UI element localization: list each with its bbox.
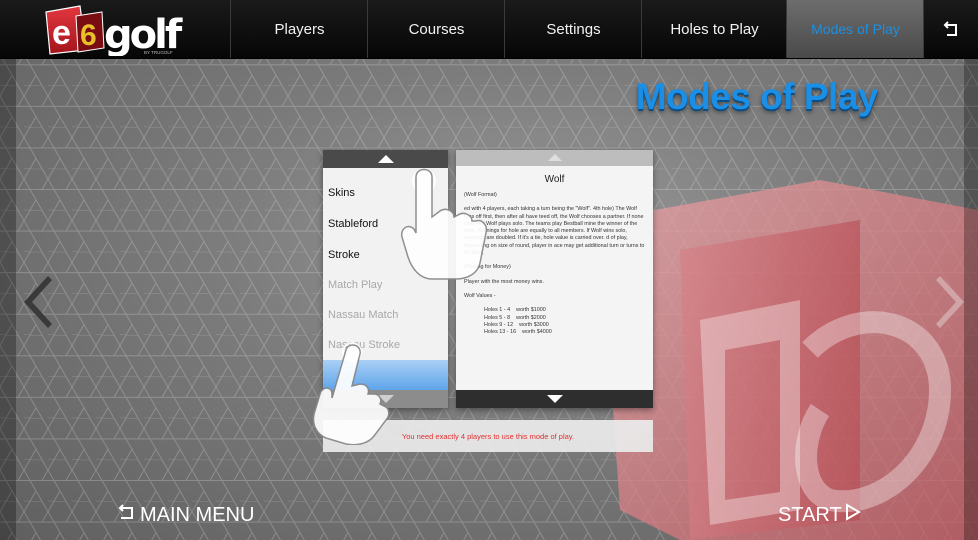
- tab-label: Holes to Play: [670, 20, 759, 38]
- tab-settings[interactable]: Settings: [504, 0, 642, 58]
- warning-message: You need exactly 4 players to use this m…: [323, 420, 653, 452]
- wolf-value-row: Holes 1 - 4 worth $1000: [484, 307, 546, 314]
- down-arrow-icon: [377, 395, 394, 403]
- tab-modes-of-play[interactable]: Modes of Play: [786, 0, 924, 58]
- mode-item-nassau-stroke[interactable]: Nassau Stroke: [323, 330, 448, 360]
- svg-text:6: 6: [80, 19, 97, 52]
- tab-label: Players: [274, 20, 325, 38]
- wolf-value-row: Holes 13 - 16 worth $4000: [484, 329, 552, 336]
- rules-text: ed with 4 players, each taking a turn be…: [464, 206, 645, 257]
- wolf-value-row: Holes 5 - 8 worth $2000: [484, 314, 546, 321]
- scroll-down-button[interactable]: [323, 390, 448, 408]
- top-nav-bar: e 6 golf BY TRUGOLF Players Courses Sett…: [0, 0, 978, 59]
- money-text: Player with the most money wins.: [464, 278, 544, 285]
- page-title: Modes of Play: [635, 76, 879, 117]
- start-button[interactable]: START: [778, 503, 861, 527]
- format-label: (Wolf Format): [464, 192, 497, 198]
- return-arrow-icon: [118, 503, 136, 527]
- mode-description-panel: Wolf (Wolf Format) ed with 4 players, ea…: [456, 150, 653, 408]
- mode-item-nassau-match[interactable]: Nassau Match: [323, 300, 448, 330]
- description-title: Wolf: [544, 174, 565, 185]
- description-scroll-up-button[interactable]: [456, 150, 653, 166]
- modes-list[interactable]: Skins Stableford Stroke Match Play Nassa…: [323, 150, 448, 408]
- e6golf-logo: e 6 golf BY TRUGOLF: [45, 5, 186, 56]
- mode-item-stroke[interactable]: Stroke: [323, 240, 448, 270]
- main-menu-button[interactable]: MAIN MENU: [118, 503, 254, 527]
- description-text: (Wolf Format) ed with 4 players, each ta…: [464, 192, 647, 336]
- mode-item-stableford[interactable]: Stableford: [323, 209, 448, 239]
- tab-holes-to-play[interactable]: Holes to Play: [641, 0, 787, 58]
- description-scroll-down-button[interactable]: [456, 390, 653, 408]
- values-heading: Wolf Values -: [464, 292, 496, 299]
- scroll-up-button[interactable]: [323, 150, 448, 168]
- down-arrow-icon: [546, 395, 563, 403]
- back-button[interactable]: [923, 0, 978, 58]
- right-edge-bar: [964, 44, 978, 540]
- left-edge-bar: [0, 44, 16, 540]
- main-menu-label: MAIN MENU: [140, 503, 255, 526]
- next-arrow-icon[interactable]: [936, 272, 966, 332]
- svg-text:e: e: [52, 14, 71, 52]
- play-triangle-icon: [845, 503, 861, 527]
- tab-label: Courses: [408, 20, 465, 38]
- return-arrow-icon: [943, 20, 961, 38]
- tab-label: Modes of Play: [811, 21, 900, 37]
- mode-item-skins[interactable]: Skins: [323, 178, 448, 208]
- money-heading: (Playing for Money): [464, 264, 511, 271]
- previous-arrow-icon[interactable]: [22, 272, 52, 332]
- tab-players[interactable]: Players: [230, 0, 368, 58]
- tab-label: Settings: [546, 20, 601, 38]
- svg-text:BY TRUGOLF: BY TRUGOLF: [144, 50, 173, 55]
- up-arrow-icon: [377, 155, 394, 163]
- up-arrow-icon: [547, 154, 562, 161]
- mode-item-match-play[interactable]: Match Play: [323, 270, 448, 300]
- wolf-value-row: Holes 9 - 12 worth $3000: [484, 321, 549, 328]
- start-label: START: [778, 503, 842, 526]
- app-screen: e 6 golf BY TRUGOLF Players Courses Sett…: [0, 0, 978, 540]
- tab-courses[interactable]: Courses: [367, 0, 505, 58]
- mode-item-selected[interactable]: [323, 360, 448, 390]
